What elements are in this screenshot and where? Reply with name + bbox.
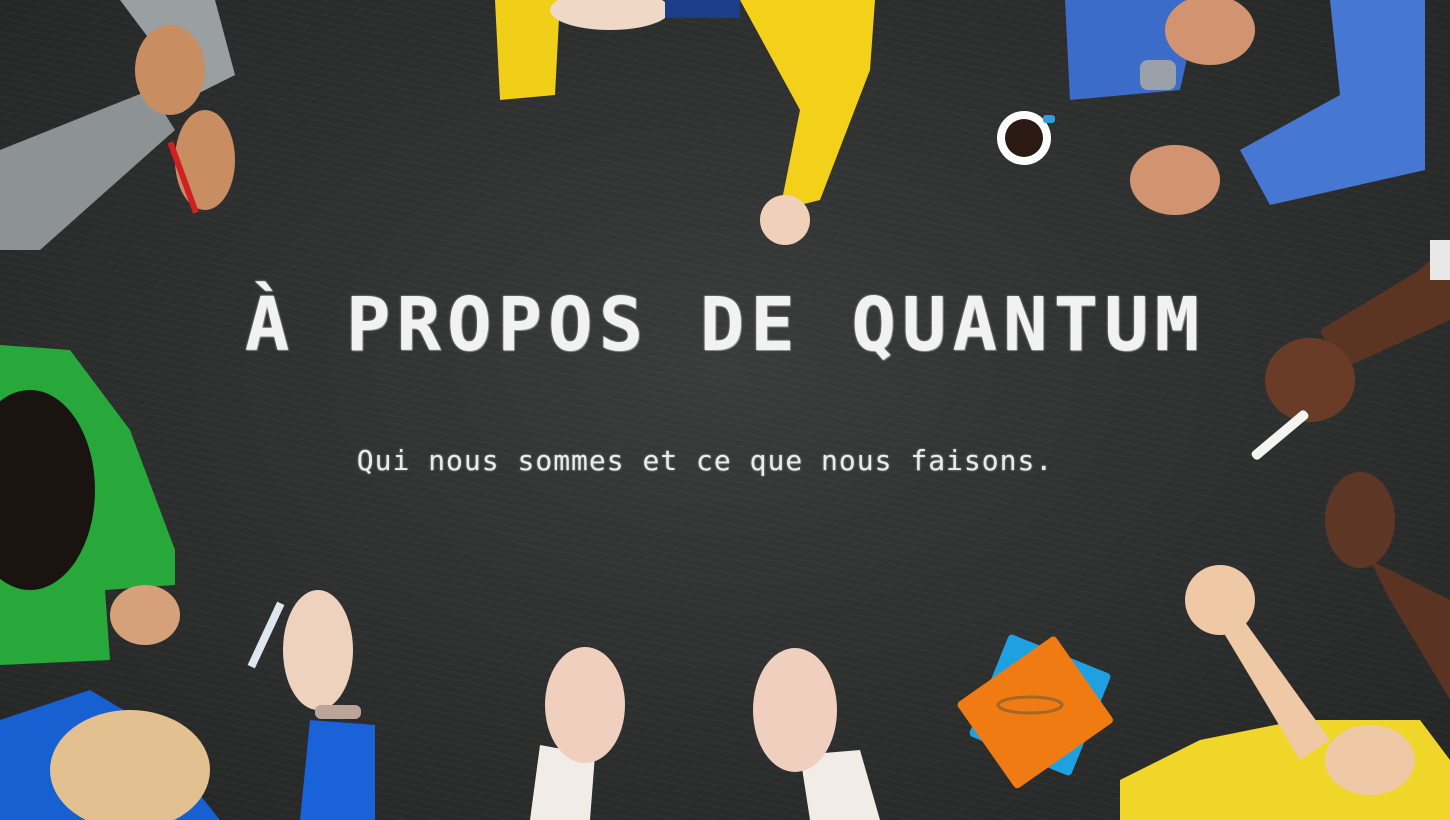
coffee-cup [997, 111, 1055, 165]
books-and-glasses [957, 634, 1113, 789]
person-right-pointing [1325, 472, 1450, 700]
person-bottom-hands [530, 647, 880, 820]
hero-illustration [0, 0, 1450, 820]
person-checked-shirt [1065, 0, 1425, 215]
person-green-sweater [0, 345, 180, 665]
hero-banner: À PROPOS DE QUANTUM Qui nous sommes et c… [0, 0, 1450, 820]
page-subtitle: Qui nous sommes et ce que nous faisons. [356, 444, 1054, 477]
person-grey-sleeve [0, 0, 235, 250]
person-yellow-sleeve [495, 0, 875, 245]
page-title: À PROPOS DE QUANTUM [244, 282, 1206, 368]
